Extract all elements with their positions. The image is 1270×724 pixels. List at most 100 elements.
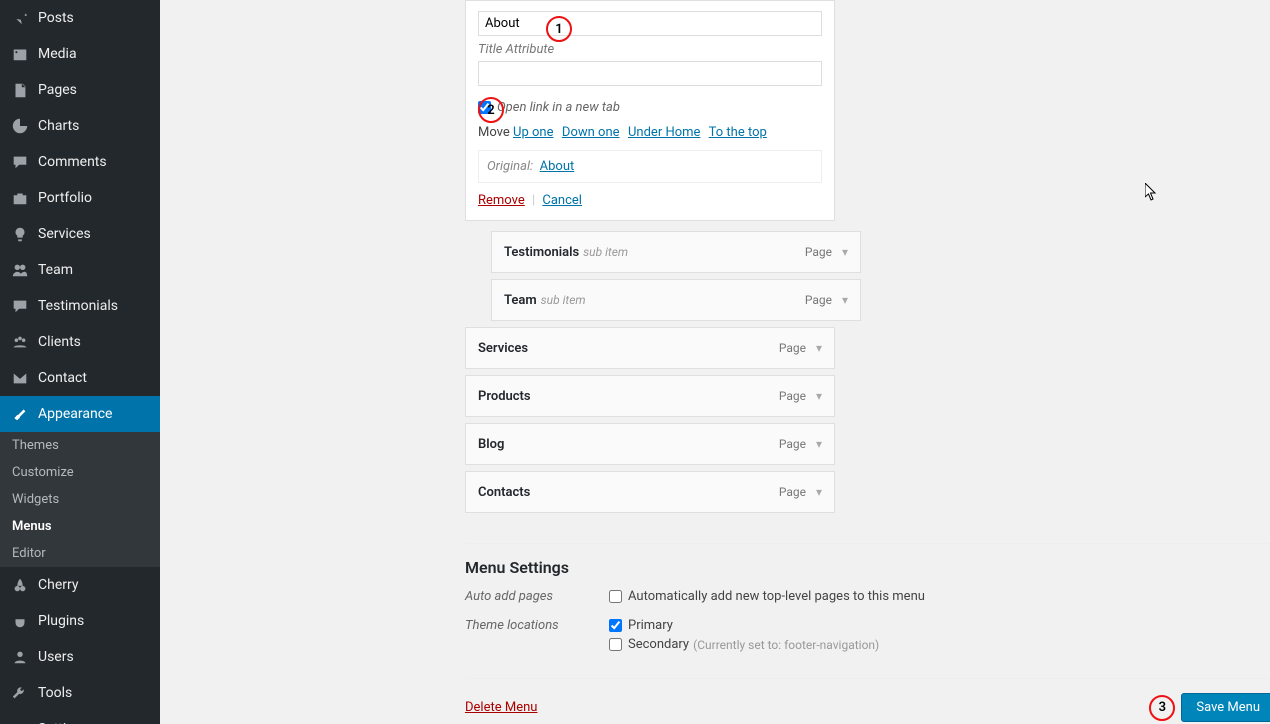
menu-item-title: Contacts — [478, 485, 530, 500]
chevron-down-icon[interactable]: ▾ — [842, 245, 848, 259]
chevron-down-icon[interactable]: ▾ — [816, 437, 822, 451]
menu-settings-heading: Menu Settings — [465, 558, 1270, 577]
sidebar-item-cherry[interactable]: Cherry — [0, 567, 160, 603]
sidebar-item-label: Tools — [38, 685, 72, 701]
menu-item-type: Page▾ — [779, 485, 822, 499]
navigation-label-input[interactable] — [478, 11, 822, 36]
sidebar-item-label: Services — [38, 226, 91, 242]
remove-link[interactable]: Remove — [478, 193, 525, 208]
media-icon — [10, 44, 30, 64]
sidebar-item-appearance[interactable]: Appearance — [0, 396, 160, 432]
submenu-item-themes[interactable]: Themes — [0, 432, 160, 459]
menu-settings-section: Menu Settings Auto add pages Automatical… — [465, 543, 1270, 656]
original-link[interactable]: About — [540, 159, 575, 174]
menu-item-type: Page▾ — [779, 389, 822, 403]
sidebar-item-label: Cherry — [38, 577, 78, 593]
pin-icon — [10, 8, 30, 28]
move-row: Move Up one Down one Under Home To the t… — [478, 125, 822, 140]
theme-locations-label: Theme locations — [465, 618, 609, 656]
menu-item-testimonials[interactable]: Testimonialssub item Page▾ — [491, 231, 861, 273]
appearance-submenu: ThemesCustomizeWidgetsMenusEditor — [0, 432, 160, 567]
submenu-item-menus[interactable]: Menus — [0, 513, 160, 540]
delete-menu-link[interactable]: Delete Menu — [465, 700, 537, 715]
menu-item-type: Page▾ — [805, 245, 848, 259]
original-box: Original: About — [478, 150, 822, 183]
bulb-icon — [10, 224, 30, 244]
sidebar-item-label: Media — [38, 46, 77, 62]
menu-item-title: Teamsub item — [504, 293, 586, 308]
menu-item-blog[interactable]: Blog Page▾ — [465, 423, 835, 465]
primary-location-checkbox[interactable] — [609, 619, 622, 632]
menu-item-type: Page▾ — [779, 341, 822, 355]
sidebar-item-clients[interactable]: Clients — [0, 324, 160, 360]
chevron-down-icon[interactable]: ▾ — [816, 341, 822, 355]
open-new-tab-checkbox[interactable] — [478, 101, 491, 114]
sidebar-item-users[interactable]: Users — [0, 639, 160, 675]
move-under-link[interactable]: Under Home — [628, 125, 700, 140]
secondary-location-checkbox[interactable] — [609, 638, 622, 651]
sidebar-item-pages[interactable]: Pages — [0, 72, 160, 108]
move-top-link[interactable]: To the top — [709, 125, 767, 140]
sidebar-item-label: Plugins — [38, 613, 84, 629]
move-down-link[interactable]: Down one — [562, 125, 620, 140]
menu-item-type: Page▾ — [805, 293, 848, 307]
sidebar-item-label: Contact — [38, 370, 87, 386]
sidebar-item-media[interactable]: Media — [0, 36, 160, 72]
annotation-3: 3 — [1149, 695, 1175, 721]
clients-icon — [10, 332, 30, 352]
auto-add-checkbox[interactable] — [609, 590, 622, 603]
menu-item-products[interactable]: Products Page▾ — [465, 375, 835, 417]
sidebar-item-testimonials[interactable]: Testimonials — [0, 288, 160, 324]
brush-icon — [10, 404, 30, 424]
menu-item-title: Blog — [478, 437, 504, 452]
sidebar-item-charts[interactable]: Charts — [0, 108, 160, 144]
chevron-down-icon[interactable]: ▾ — [842, 293, 848, 307]
sidebar-item-plugins[interactable]: Plugins — [0, 603, 160, 639]
user-icon — [10, 647, 30, 667]
title-attribute-input[interactable] — [478, 61, 822, 86]
submenu-item-customize[interactable]: Customize — [0, 459, 160, 486]
submenu-item-widgets[interactable]: Widgets — [0, 486, 160, 513]
menu-item-team[interactable]: Teamsub item Page▾ — [491, 279, 861, 321]
team-icon — [10, 260, 30, 280]
submenu-item-editor[interactable]: Editor — [0, 540, 160, 567]
menu-item-contacts[interactable]: Contacts Page▾ — [465, 471, 835, 513]
sidebar-item-tools[interactable]: Tools — [0, 675, 160, 711]
sidebar-item-team[interactable]: Team — [0, 252, 160, 288]
sidebar-item-label: Portfolio — [38, 190, 92, 206]
plug-icon — [10, 611, 30, 631]
footer-bar: Delete Menu 3 Save Menu — [465, 678, 1270, 722]
open-new-tab-label: Open link in a new tab — [497, 100, 620, 115]
comment-icon — [10, 152, 30, 172]
admin-sidebar: Posts Media Pages Charts Comments Portfolio Se… — [0, 0, 160, 724]
menu-item-expanded-about: Title Attribute Open link in a new tab M… — [465, 0, 835, 221]
menu-item-type: Page▾ — [779, 437, 822, 451]
cherry-icon — [10, 575, 30, 595]
menu-item-services[interactable]: Services Page▾ — [465, 327, 835, 369]
sidebar-item-label: Testimonials — [38, 298, 118, 314]
move-up-link[interactable]: Up one — [513, 125, 553, 140]
gears-icon — [10, 719, 30, 724]
chart-icon — [10, 116, 30, 136]
menu-item-title: Products — [478, 389, 531, 404]
page-icon — [10, 80, 30, 100]
sidebar-item-label: Team — [38, 262, 73, 278]
sidebar-item-services[interactable]: Services — [0, 216, 160, 252]
auto-add-label: Auto add pages — [465, 589, 609, 608]
sidebar-item-settings[interactable]: Settings — [0, 711, 160, 724]
save-menu-button[interactable]: Save Menu — [1181, 693, 1270, 722]
menu-item-title: Services — [478, 341, 528, 356]
sidebar-item-posts[interactable]: Posts — [0, 0, 160, 36]
sidebar-item-label: Posts — [38, 10, 74, 26]
sidebar-item-label: Comments — [38, 154, 107, 170]
portfolio-icon — [10, 188, 30, 208]
sidebar-item-label: Pages — [38, 82, 77, 98]
chevron-down-icon[interactable]: ▾ — [816, 485, 822, 499]
chevron-down-icon[interactable]: ▾ — [816, 389, 822, 403]
menu-item-title: Testimonialssub item — [504, 245, 628, 260]
sidebar-item-comments[interactable]: Comments — [0, 144, 160, 180]
sidebar-item-portfolio[interactable]: Portfolio — [0, 180, 160, 216]
sidebar-item-contact[interactable]: Contact — [0, 360, 160, 396]
main-content: Title Attribute Open link in a new tab M… — [160, 0, 1270, 724]
cancel-link[interactable]: Cancel — [542, 193, 582, 208]
